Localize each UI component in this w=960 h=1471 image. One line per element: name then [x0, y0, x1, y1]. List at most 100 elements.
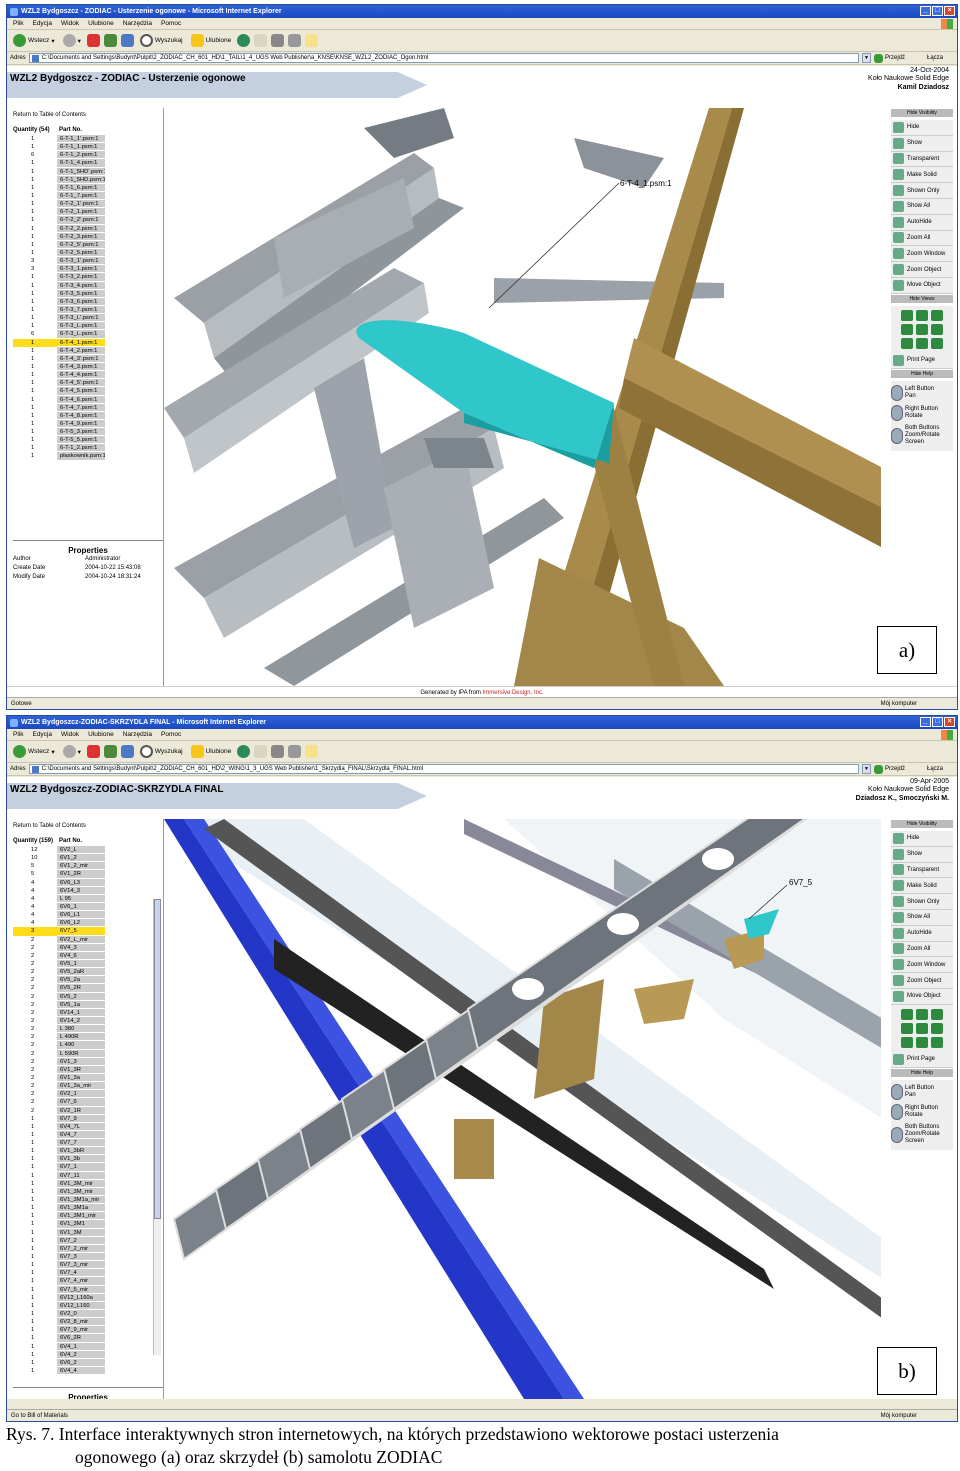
address-input[interactable]: C:\Documents and Settings\Budynt\Pulpit\… — [28, 53, 859, 63]
part-row[interactable]: 2 6V1_3a_mir — [13, 1082, 105, 1091]
part-row[interactable]: 2 L 590R — [13, 1049, 105, 1058]
3d-viewport[interactable]: 6V7_5 — [164, 819, 881, 1399]
part-row[interactable]: 1 6V6_2R — [13, 1334, 105, 1343]
view-bottom-icon[interactable] — [901, 323, 913, 335]
part-row[interactable]: 1 6-T-4_5.psm:1 — [13, 387, 105, 396]
move-object-button[interactable]: Move Object — [891, 277, 953, 294]
part-row[interactable]: 1 6-T-4_3.psm:1 — [13, 362, 105, 372]
part-row[interactable]: 2 L 380 — [13, 1025, 105, 1034]
part-row[interactable]: 1 6V12_L160 — [13, 1301, 105, 1311]
home-icon[interactable] — [120, 745, 134, 758]
view-iso3-icon[interactable] — [931, 337, 943, 349]
view-bottom-icon[interactable] — [901, 1022, 913, 1034]
print-page-button[interactable]: Print Page — [891, 1051, 953, 1068]
menu-file[interactable]: Plik — [13, 18, 23, 29]
shown-only-button[interactable]: Shown Only — [891, 894, 953, 910]
view-back-icon[interactable] — [916, 1008, 928, 1020]
part-row[interactable]: 1 6V1_3M1_mir — [13, 1212, 105, 1221]
part-row[interactable]: 1 6-T-2_5'.psm:1 — [13, 240, 105, 249]
part-row[interactable]: 1 6-T-2_2.psm:1 — [13, 224, 105, 233]
return-to-toc-link[interactable]: Return to Table of Contents — [13, 112, 163, 118]
part-header[interactable]: Part No. — [59, 127, 82, 133]
part-row[interactable]: 1 6-T-4_2.psm:1 — [13, 346, 105, 355]
part-row[interactable]: 1 6-T-4_6.psm:1 — [13, 395, 105, 404]
show-button[interactable]: Show — [891, 135, 953, 152]
part-row[interactable]: 2 6V4_6 — [13, 951, 105, 960]
part-row[interactable]: 2 6V2_1R — [13, 1106, 105, 1115]
part-row[interactable]: 1 6-T-1_1.psm:1 — [13, 143, 105, 152]
minimize-button[interactable]: _ — [920, 6, 931, 16]
part-row[interactable]: 1 6-T-3_L.psm:1 — [13, 322, 105, 331]
part-row[interactable]: 2 6V5_1 — [13, 959, 105, 969]
make-solid-button[interactable]: Make Solid — [891, 167, 953, 184]
part-row[interactable]: 5 6V1_2R — [13, 870, 105, 879]
visibility-header[interactable]: Hide Visibility — [891, 820, 953, 828]
part-row[interactable]: 1 6-T-4_7.psm:1 — [13, 403, 105, 412]
part-row[interactable]: 1 6V1_3M1a_mir — [13, 1196, 105, 1205]
part-header[interactable]: Part No. — [59, 838, 82, 844]
menu-edit[interactable]: Edycja — [32, 18, 52, 29]
print-icon[interactable] — [271, 34, 285, 47]
hide-button[interactable]: Hide — [891, 831, 953, 847]
view-iso3-icon[interactable] — [931, 1036, 943, 1048]
transparent-button[interactable]: Transparent — [891, 862, 953, 879]
view-top-icon[interactable] — [931, 309, 943, 321]
part-row[interactable]: 1 6-T-1_1'.psm:1 — [13, 135, 105, 144]
messenger-icon[interactable] — [305, 745, 319, 758]
history-icon[interactable] — [237, 34, 251, 47]
part-row[interactable]: 1 6V1_3b — [13, 1155, 105, 1164]
search-button[interactable]: Wyszukaj — [138, 33, 185, 48]
part-row[interactable]: 1 6V4_1 — [13, 1342, 105, 1351]
part-row[interactable]: 3 6-T-3_1.psm:1 — [13, 265, 105, 274]
part-row[interactable]: 2 6V5_2 — [13, 992, 105, 1001]
edit-icon[interactable] — [288, 745, 302, 758]
links-button[interactable]: Łącza — [927, 55, 957, 61]
part-row[interactable]: 2 6V1_3a — [13, 1073, 105, 1083]
home-icon[interactable] — [120, 34, 134, 47]
menu-view[interactable]: Widok — [61, 18, 79, 29]
history-icon[interactable] — [237, 745, 251, 758]
part-row[interactable]: 6 6-T-1_2.psm:1 — [13, 151, 105, 160]
print-icon[interactable] — [271, 745, 285, 758]
part-row[interactable]: 1 6-T-4_8.psm:1 — [13, 411, 105, 420]
part-row[interactable]: 4 6V6_L3 — [13, 878, 105, 887]
part-row[interactable]: 1 6-T-2_1.psm:1 — [13, 208, 105, 217]
maximize-button[interactable]: □ — [932, 6, 943, 16]
zoom-all-button[interactable]: Zoom All — [891, 941, 953, 958]
return-to-toc-link[interactable]: Return to Table of Contents — [13, 823, 163, 829]
show-all-button[interactable]: Show All — [891, 198, 953, 215]
edit-icon[interactable] — [288, 34, 302, 47]
menu-file[interactable]: Plik — [13, 729, 23, 740]
part-row[interactable]: 1 6V2_8_mir — [13, 1318, 105, 1327]
part-row[interactable]: 1 6-T-3_L'.psm:1 — [13, 314, 105, 323]
part-row[interactable]: 1 6-T-1_2.psm:1 — [13, 444, 105, 453]
stop-icon[interactable] — [86, 34, 100, 47]
part-row[interactable]: 1 6V1_3M1a — [13, 1204, 105, 1213]
view-front-icon[interactable] — [901, 1008, 913, 1020]
quantity-header[interactable]: Quantity (159) — [13, 838, 59, 844]
part-row[interactable]: 4 L 95 — [13, 894, 105, 903]
show-all-button[interactable]: Show All — [891, 909, 953, 926]
part-row[interactable]: 3 6V7_5 — [13, 927, 105, 936]
part-row[interactable]: 6 6-T-3_L.psm:1 — [13, 330, 105, 339]
part-row[interactable]: 2 6V2_1 — [13, 1090, 105, 1099]
address-dropdown-button[interactable]: ▼ — [862, 764, 871, 774]
view-back-icon[interactable] — [916, 309, 928, 321]
view-left-icon[interactable] — [916, 1022, 928, 1034]
part-row[interactable]: 2 6V1_3R — [13, 1065, 105, 1074]
forward-button[interactable]: ▾ — [61, 744, 83, 759]
part-row[interactable]: 1 6V6_2 — [13, 1358, 105, 1367]
autohide-button[interactable]: AutoHide — [891, 214, 953, 231]
part-row[interactable]: 1 6-T-3_6.psm:1 — [13, 297, 105, 306]
part-row[interactable]: 1 6V1_3M_mir — [13, 1179, 105, 1188]
part-row[interactable]: 2 6V5_2R — [13, 984, 105, 993]
visibility-header[interactable]: Hide Visibility — [891, 109, 953, 117]
menu-edit[interactable]: Edycja — [32, 729, 52, 740]
part-row[interactable]: 1 6V7_3 — [13, 1253, 105, 1262]
refresh-icon[interactable] — [103, 34, 117, 47]
view-top-icon[interactable] — [931, 1008, 943, 1020]
transparent-button[interactable]: Transparent — [891, 151, 953, 168]
part-row[interactable]: 2 6V5_2aR — [13, 968, 105, 977]
part-row[interactable]: 1 6V7_9 — [13, 1114, 105, 1123]
maximize-button[interactable]: □ — [932, 717, 943, 727]
